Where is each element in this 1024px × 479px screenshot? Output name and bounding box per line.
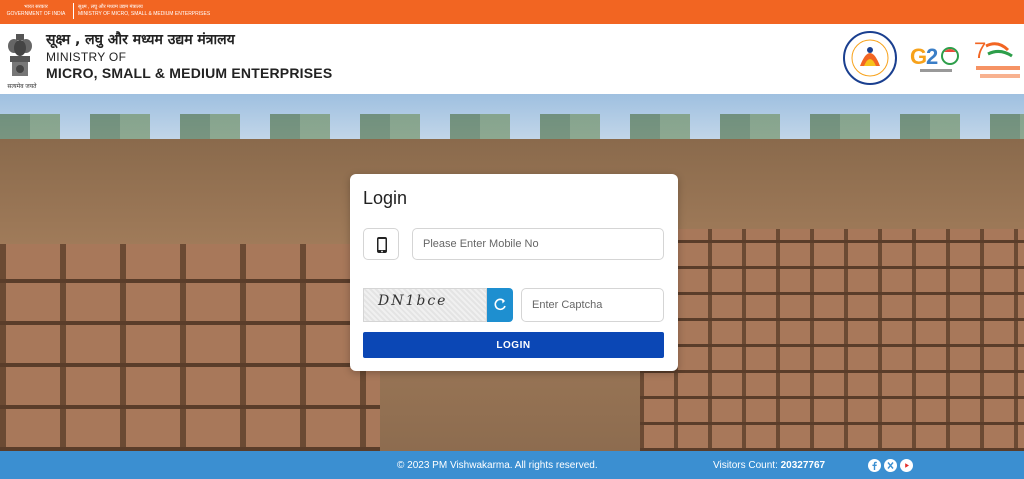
- login-button[interactable]: LOGIN: [363, 332, 664, 358]
- svg-text:G: G: [910, 44, 927, 69]
- visitors-label: Visitors Count:: [713, 460, 778, 471]
- refresh-icon: [494, 298, 506, 311]
- national-emblem-icon: [8, 34, 32, 76]
- visitors-number: 20327767: [780, 460, 826, 471]
- login-card: Login DN1bce LOGIN: [350, 174, 678, 371]
- top-strip: भारत सरकार GOVERNMENT OF INDIA सूक्ष्म ,…: [0, 0, 1024, 24]
- facebook-glyph-icon: [872, 461, 877, 470]
- hero-bricks-left: [0, 244, 380, 451]
- ministry-hindi-text: सूक्ष्म , लघु और मध्यम उद्यम मंत्रालय: [78, 4, 143, 10]
- ministry-label: सूक्ष्म , लघु और मध्यम उद्यम मंत्रालय MI…: [78, 4, 210, 18]
- captcha-image: DN1bce: [363, 288, 487, 322]
- facebook-icon[interactable]: [868, 459, 881, 472]
- youtube-glyph-icon: [905, 463, 909, 468]
- pm-vishwakarma-logo: [843, 31, 897, 85]
- svg-text:2: 2: [926, 44, 938, 69]
- ministry-hindi-title: सूक्ष्म , लघु और मध्यम उद्यम मंत्रालय: [46, 32, 235, 48]
- azadi-ka-amrit-mahotsav-logo: 7: [974, 38, 1020, 78]
- svg-text:7: 7: [974, 38, 986, 63]
- g20-logo: G 2: [910, 44, 959, 72]
- gov-english-text: GOVERNMENT OF INDIA: [6, 11, 66, 17]
- mobile-number-input[interactable]: [412, 228, 664, 260]
- government-of-india-label: भारत सरकार GOVERNMENT OF INDIA: [0, 4, 72, 18]
- refresh-captcha-button[interactable]: [487, 288, 513, 322]
- visitors-count: Visitors Count: 20327767: [713, 460, 825, 471]
- ministry-title-line2: MICRO, SMALL & MEDIUM ENTERPRISES: [46, 65, 333, 81]
- x-twitter-icon[interactable]: [884, 459, 897, 472]
- copyright-text: © 2023 PM Vishwakarma. All rights reserv…: [397, 460, 598, 471]
- login-title: Login: [363, 188, 408, 208]
- captcha-input[interactable]: [521, 288, 664, 322]
- divider: [73, 3, 74, 19]
- emblem-caption: सत्यमेव जयते: [7, 84, 37, 90]
- site-header: सत्यमेव जयते सूक्ष्म , लघु और मध्यम उद्य…: [0, 24, 1024, 94]
- hero-bricks-right: [640, 229, 1024, 451]
- mobile-phone-icon: [377, 237, 387, 253]
- site-footer: © 2023 PM Vishwakarma. All rights reserv…: [0, 451, 1024, 479]
- mobile-prefix-box: [363, 228, 399, 260]
- youtube-icon[interactable]: [900, 459, 913, 472]
- ministry-english-text: MINISTRY OF MICRO, SMALL & MEDIUM ENTERP…: [78, 11, 211, 17]
- gov-hindi-text: भारत सरकार: [24, 4, 48, 10]
- ministry-title-line1: MINISTRY OF: [46, 50, 127, 64]
- x-glyph-icon: [887, 462, 894, 469]
